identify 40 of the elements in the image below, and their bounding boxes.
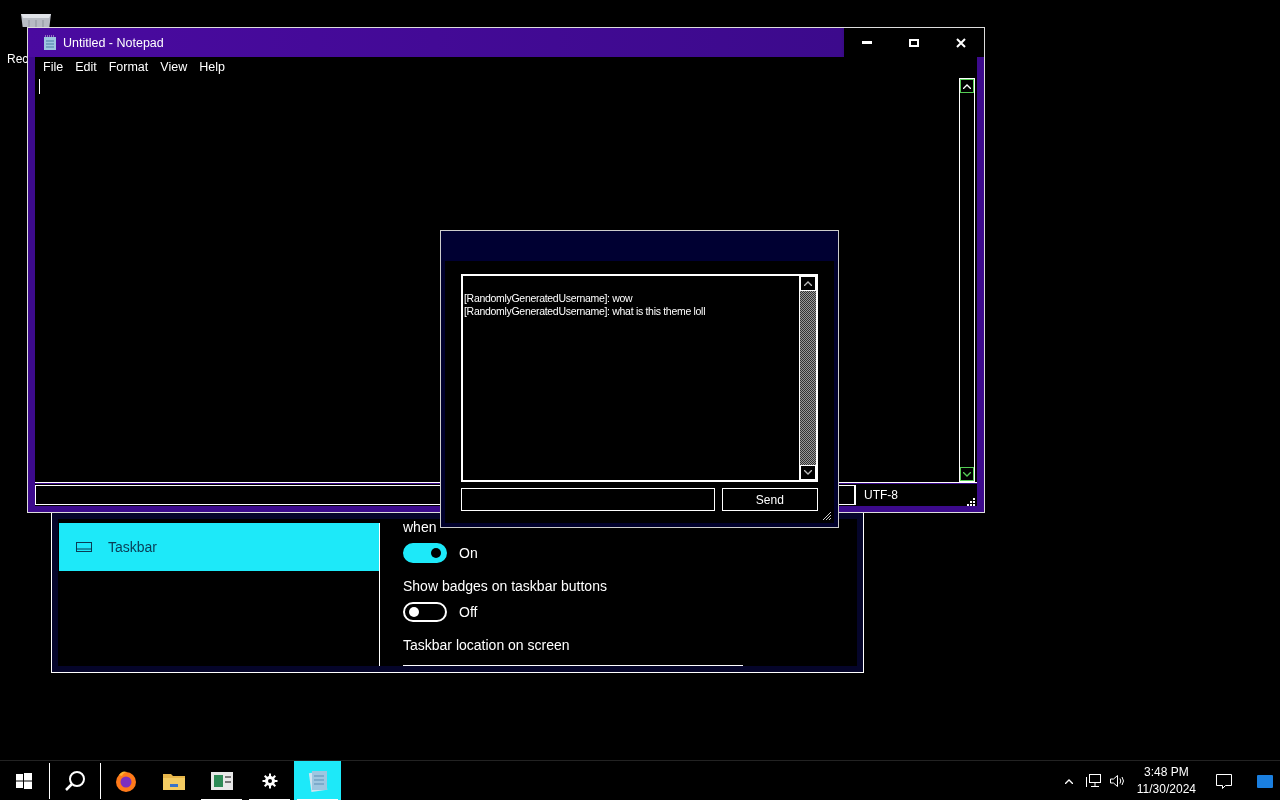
clock[interactable]: 3:48 PM 11/30/2024 [1132,761,1200,800]
minimize-icon [862,41,872,44]
close-icon [956,37,966,48]
notepad-icon [43,34,57,51]
screen-icon [1257,774,1273,788]
message-input[interactable] [461,488,715,511]
network-icon [1084,773,1101,789]
window-title: Untitled - Notepad [63,35,165,50]
speech-bubble-icon [1215,772,1233,790]
menu-item[interactable]: Format [102,60,155,74]
search-icon [63,770,86,792]
firefox-icon [113,769,138,793]
menu-item[interactable]: File [37,60,70,74]
toggle-state-label: Off [459,604,478,620]
folder-icon [161,771,186,791]
toggle-switch[interactable] [403,543,447,563]
send-button[interactable]: Send [721,488,818,511]
gear-icon [261,773,278,789]
chat-message: [RandomlyGeneratedUsername]: what is this theme loll [464,305,707,318]
window-icon [209,771,234,791]
menu-item[interactable]: Edit [69,60,103,74]
setting-label: Show badges on taskbar buttons [403,577,608,596]
resize-grip-icon[interactable] [966,497,975,506]
taskbar-icon [76,542,92,552]
chat-message: [RandomlyGeneratedUsername]: wow [464,292,634,305]
setting-label: when [403,518,438,537]
notepad-icon [306,769,329,793]
menu-item[interactable]: View [154,60,194,74]
speaker-icon [1108,773,1125,789]
toggle-state-label: On [459,545,478,561]
windows-logo-icon [15,773,32,789]
resize-grip-icon[interactable] [820,509,832,521]
menu-item[interactable]: Help [193,60,231,74]
desktop-icon-label[interactable]: Rec [7,52,29,66]
encoding-status: UTF-8 [855,485,966,505]
setting-label: Taskbar location on screen [403,636,571,655]
scrollbar[interactable] [959,78,975,482]
nav-item[interactable]: Taskbar [59,523,379,571]
maximize-icon [909,38,919,47]
scrollbar[interactable] [799,276,816,480]
